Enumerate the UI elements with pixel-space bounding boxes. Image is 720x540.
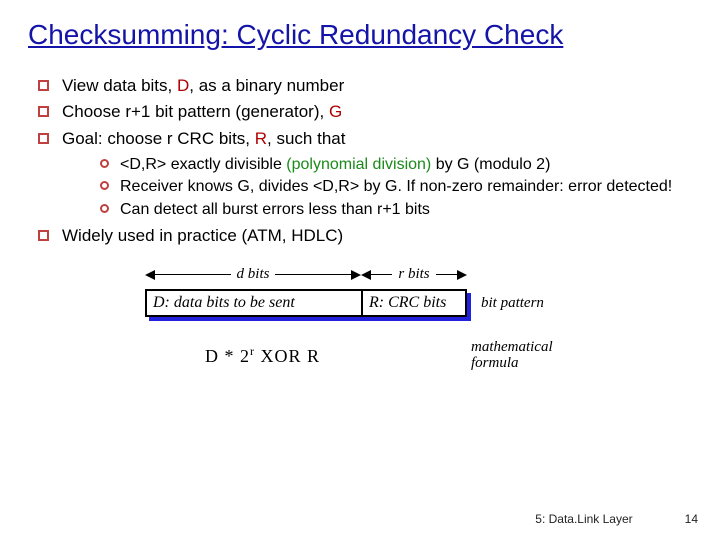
d-span: d bits	[145, 263, 361, 287]
r-bits-label: r bits	[392, 266, 435, 283]
text: <D,R> exactly divisible	[120, 156, 286, 173]
d-cell: D: data bits to be sent	[145, 289, 361, 317]
var-R: R	[255, 129, 267, 148]
text: mathematical formula	[471, 339, 553, 372]
text: , such that	[267, 129, 345, 148]
span-labels-row: d bits r bits	[145, 263, 575, 287]
r-cell: R: CRC bits	[361, 289, 467, 317]
r-span: r bits	[361, 263, 467, 287]
var-G: G	[329, 102, 342, 121]
text: bit pattern	[481, 295, 544, 311]
arrow-right-icon	[351, 270, 361, 280]
sub-list: <D,R> exactly divisible (polynomial divi…	[62, 154, 692, 221]
bit-pattern-box: D: data bits to be sent R: CRC bits bit …	[145, 289, 575, 317]
text: , as a binary number	[189, 76, 344, 95]
text: View data bits,	[62, 76, 177, 95]
bullet-item: View data bits, D, as a binary number	[34, 74, 692, 99]
math-formula-label: mathematical formula	[457, 339, 575, 372]
bullet-list: View data bits, D, as a binary number Ch…	[28, 74, 692, 249]
diagram: d bits r bits D: data bits to be sent R:…	[145, 263, 575, 372]
formula-row: D * 2r XOR R mathematical formula	[145, 339, 575, 372]
line	[371, 274, 392, 275]
d-cell-text: D: data bits to be sent	[153, 294, 295, 311]
line	[436, 274, 457, 275]
arrow-left-icon	[361, 270, 371, 280]
arrow-left-icon	[145, 270, 155, 280]
text: XOR R	[255, 346, 320, 366]
sub-item: Can detect all burst errors less than r+…	[98, 199, 692, 221]
slide-title: Checksumming: Cyclic Redundancy Check	[28, 18, 692, 52]
line	[275, 274, 351, 275]
text: Goal: choose r CRC bits,	[62, 129, 255, 148]
sub-item: <D,R> exactly divisible (polynomial divi…	[98, 154, 692, 176]
formula-expr: D * 2r XOR R	[145, 344, 457, 367]
r-cell-text: R: CRC bits	[369, 294, 446, 311]
var-D: D	[177, 76, 189, 95]
d-bits-label: d bits	[231, 266, 276, 283]
line	[155, 274, 231, 275]
aside: (polynomial division)	[286, 156, 431, 173]
slide: Checksumming: Cyclic Redundancy Check Vi…	[0, 0, 720, 540]
bullet-item: Choose r+1 bit pattern (generator), G	[34, 100, 692, 125]
text: by G (modulo 2)	[431, 156, 550, 173]
bit-pattern-label: bit pattern	[467, 295, 544, 312]
text: D * 2	[205, 346, 250, 366]
bullet-item: Goal: choose r CRC bits, R, such that <D…	[34, 127, 692, 220]
bullet-item: Widely used in practice (ATM, HDLC)	[34, 224, 692, 249]
footer-section: 5: Data.Link Layer	[535, 512, 632, 526]
page-number: 14	[656, 512, 698, 526]
footer: 5: Data.Link Layer 14	[535, 512, 698, 526]
arrow-right-icon	[457, 270, 467, 280]
text: Choose r+1 bit pattern (generator),	[62, 102, 329, 121]
sub-item: Receiver knows G, divides <D,R> by G. If…	[98, 176, 692, 198]
